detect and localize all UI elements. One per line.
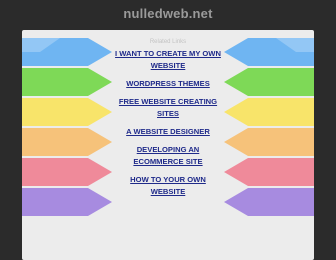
link-wordpress-themes[interactable]: WORDPRESS THEMES xyxy=(113,78,223,90)
link-developing-ecommerce-site[interactable]: DEVELOPING AN ECOMMERCE SITE xyxy=(113,144,223,168)
right-ribbons xyxy=(224,38,314,216)
links-header: Related Links xyxy=(149,39,187,45)
related-links: Related Links I WANT TO CREATE MY OWN WE… xyxy=(113,36,223,204)
link-how-to-your-own-website[interactable]: HOW TO YOUR OWN WEBSITE xyxy=(113,174,223,198)
link-create-own-website[interactable]: I WANT TO CREATE MY OWN WEBSITE xyxy=(113,48,223,72)
link-website-designer[interactable]: A WEBSITE DESIGNER xyxy=(113,126,223,138)
domain-title: nulledweb.net xyxy=(123,6,213,21)
left-ribbons xyxy=(22,38,112,216)
link-free-website-creating-sites[interactable]: FREE WEBSITE CREATING SITES xyxy=(113,96,223,120)
